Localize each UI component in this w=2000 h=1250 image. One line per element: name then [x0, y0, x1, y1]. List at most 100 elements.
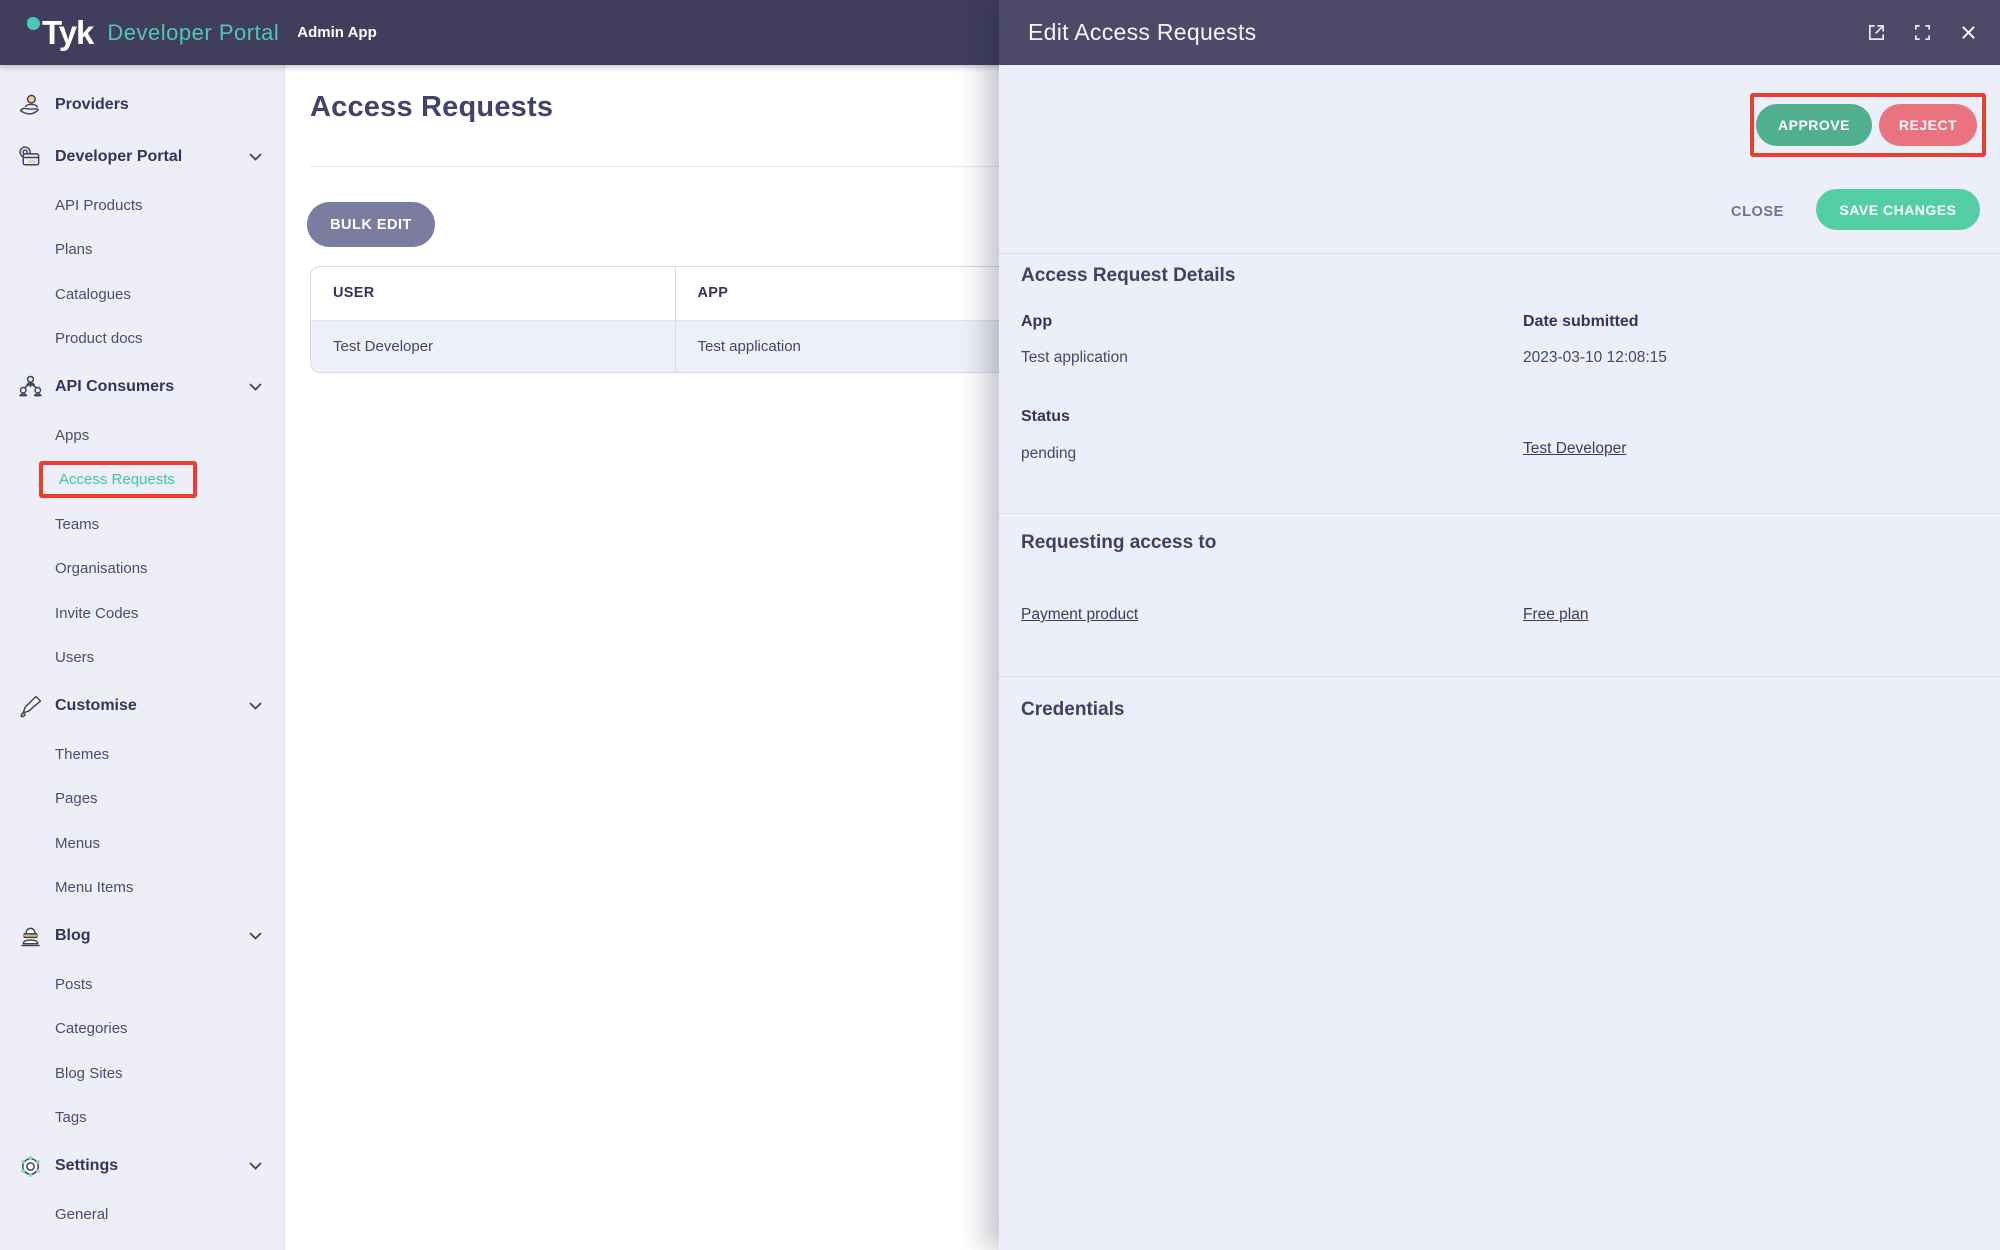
sidebar-item-customise[interactable]: Customise [0, 680, 284, 732]
sidebar-item-label: Plans [55, 241, 93, 258]
sidebar-item-label: API Products [55, 197, 143, 214]
chevron-down-icon[interactable] [249, 1162, 262, 1170]
sidebar-item-label: Product docs [55, 330, 143, 347]
app-field-value: Test application [1021, 349, 1128, 367]
svg-text:</>: </> [28, 159, 36, 165]
sidebar-item-label: Customise [55, 697, 137, 715]
sidebar-item-label: Menus [55, 835, 100, 852]
logo-text: Tyk [42, 14, 93, 52]
sidebar-item-catalogues[interactable]: Catalogues [0, 272, 284, 317]
sidebar-item-menu-items[interactable]: Menu Items [0, 866, 284, 911]
status-field-value: pending [1021, 445, 1076, 463]
tyk-leaf-icon [27, 17, 40, 30]
table-cell: Test application [675, 320, 1044, 372]
table-column-header: APP [675, 267, 1044, 320]
sidebar-item-general[interactable]: General [0, 1192, 284, 1237]
sidebar-item-label: Blog [55, 927, 91, 945]
drawer-divider-1 [999, 253, 2000, 254]
sidebar-item-settings[interactable]: Settings [0, 1140, 284, 1192]
sidebar-item-organisations[interactable]: Organisations [0, 547, 284, 592]
settings-icon [15, 1151, 46, 1182]
blog-icon [15, 921, 46, 952]
sidebar-nav: Providers </> Developer Portal API Products… [0, 65, 285, 1250]
product-link[interactable]: Payment product [1021, 606, 1138, 624]
chevron-down-icon[interactable] [249, 153, 262, 161]
sidebar-item-label: API Consumers [55, 378, 174, 396]
sidebar-item-invite-codes[interactable]: Invite Codes [0, 591, 284, 636]
api-consumers-icon [15, 372, 46, 403]
sidebar-item-label: Catalogues [55, 286, 131, 303]
bulk-edit-button[interactable]: BULK EDIT [307, 202, 435, 247]
developer-portal-icon: </> [15, 142, 46, 173]
credentials-heading: Credentials [1021, 699, 1124, 721]
sidebar-item-pages[interactable]: Pages [0, 777, 284, 822]
sidebar-item-label: Organisations [55, 560, 148, 577]
sidebar-item-blog-sites[interactable]: Blog Sites [0, 1051, 284, 1096]
sidebar-item-menus[interactable]: Menus [0, 821, 284, 866]
plan-link[interactable]: Free plan [1523, 606, 1588, 624]
tyk-logo[interactable]: Tyk Developer Portal [27, 14, 279, 52]
approve-button[interactable]: APPROVE [1756, 104, 1872, 146]
sidebar-item-label: Blog Sites [55, 1065, 123, 1082]
sidebar-item-label: Tags [55, 1109, 87, 1126]
sidebar-item-label: Teams [55, 516, 99, 533]
date-submitted-label: Date submitted [1523, 313, 1639, 331]
open-in-new-icon[interactable] [1866, 22, 1887, 43]
drawer-divider-3 [999, 676, 2000, 677]
sidebar-item-tags[interactable]: Tags [0, 1096, 284, 1141]
admin-app-label: Admin App [297, 24, 376, 41]
approve-reject-annotation-box: APPROVE REJECT [1750, 93, 1986, 157]
chevron-down-icon[interactable] [249, 932, 262, 940]
sidebar-item-label: Categories [55, 1020, 128, 1037]
sidebar-item-plans[interactable]: Plans [0, 228, 284, 273]
sidebar-item-label: Pages [55, 790, 98, 807]
table-row[interactable]: Test DeveloperTest application [311, 320, 1044, 372]
sidebar-item-label: Users [55, 649, 94, 666]
drawer-close-button[interactable]: CLOSE [1717, 196, 1798, 228]
sidebar-item-apps[interactable]: Apps [0, 413, 284, 458]
sidebar-item-label: Menu Items [55, 879, 133, 896]
app-field-label: App [1021, 313, 1052, 331]
sidebar-item-label: General [55, 1206, 108, 1223]
sidebar-item-api-products[interactable]: API Products [0, 183, 284, 228]
providers-icon [15, 90, 46, 121]
sidebar-item-label: Providers [55, 96, 129, 114]
sidebar-item-label: Posts [55, 976, 93, 993]
chevron-down-icon[interactable] [249, 702, 262, 710]
sidebar-item-posts[interactable]: Posts [0, 962, 284, 1007]
requesting-access-heading: Requesting access to [1021, 532, 1216, 554]
chevron-down-icon[interactable] [249, 383, 262, 391]
sidebar-item-label: Apps [55, 427, 89, 444]
edit-access-request-drawer: Edit Access Requests APPROVE REJECT C [999, 0, 2000, 1250]
reject-button[interactable]: REJECT [1879, 104, 1977, 146]
sidebar-item-api-consumers[interactable]: API Consumers [0, 361, 284, 413]
sidebar-item-label: Access Requests [59, 471, 175, 488]
sidebar-item-blog[interactable]: Blog [0, 910, 284, 962]
developer-link[interactable]: Test Developer [1523, 440, 1626, 458]
sidebar-item-access-requests[interactable]: Access Requests [0, 458, 284, 503]
sidebar-item-categories[interactable]: Categories [0, 1007, 284, 1052]
page-title: Access Requests [310, 91, 553, 124]
save-changes-button[interactable]: SAVE CHANGES [1816, 189, 1980, 230]
brand-text: Developer Portal [107, 20, 279, 46]
sidebar-item-developer-portal[interactable]: </> Developer Portal [0, 131, 284, 183]
customise-icon [15, 691, 46, 722]
access-requests-table: USERAPP Test DeveloperTest application [310, 266, 1045, 373]
fullscreen-icon[interactable] [1912, 22, 1933, 43]
drawer-header: Edit Access Requests [999, 0, 2000, 65]
drawer-divider-2 [999, 513, 2000, 514]
date-submitted-value: 2023-03-10 12:08:15 [1523, 349, 1667, 367]
sidebar-item-label: Themes [55, 746, 109, 763]
sidebar-item-teams[interactable]: Teams [0, 502, 284, 547]
close-icon[interactable] [1958, 22, 1979, 43]
sidebar-item-product-docs[interactable]: Product docs [0, 317, 284, 362]
sidebar-item-users[interactable]: Users [0, 636, 284, 681]
sidebar-item-themes[interactable]: Themes [0, 732, 284, 777]
sidebar-item-label: Invite Codes [55, 605, 138, 622]
details-heading: Access Request Details [1021, 265, 1235, 287]
sidebar-annotation-box: Access Requests [39, 461, 197, 498]
sidebar-item-providers[interactable]: Providers [0, 79, 284, 131]
drawer-title: Edit Access Requests [1028, 19, 1256, 46]
table-cell: Test Developer [311, 320, 675, 372]
sidebar-item-label: Developer Portal [55, 148, 182, 166]
